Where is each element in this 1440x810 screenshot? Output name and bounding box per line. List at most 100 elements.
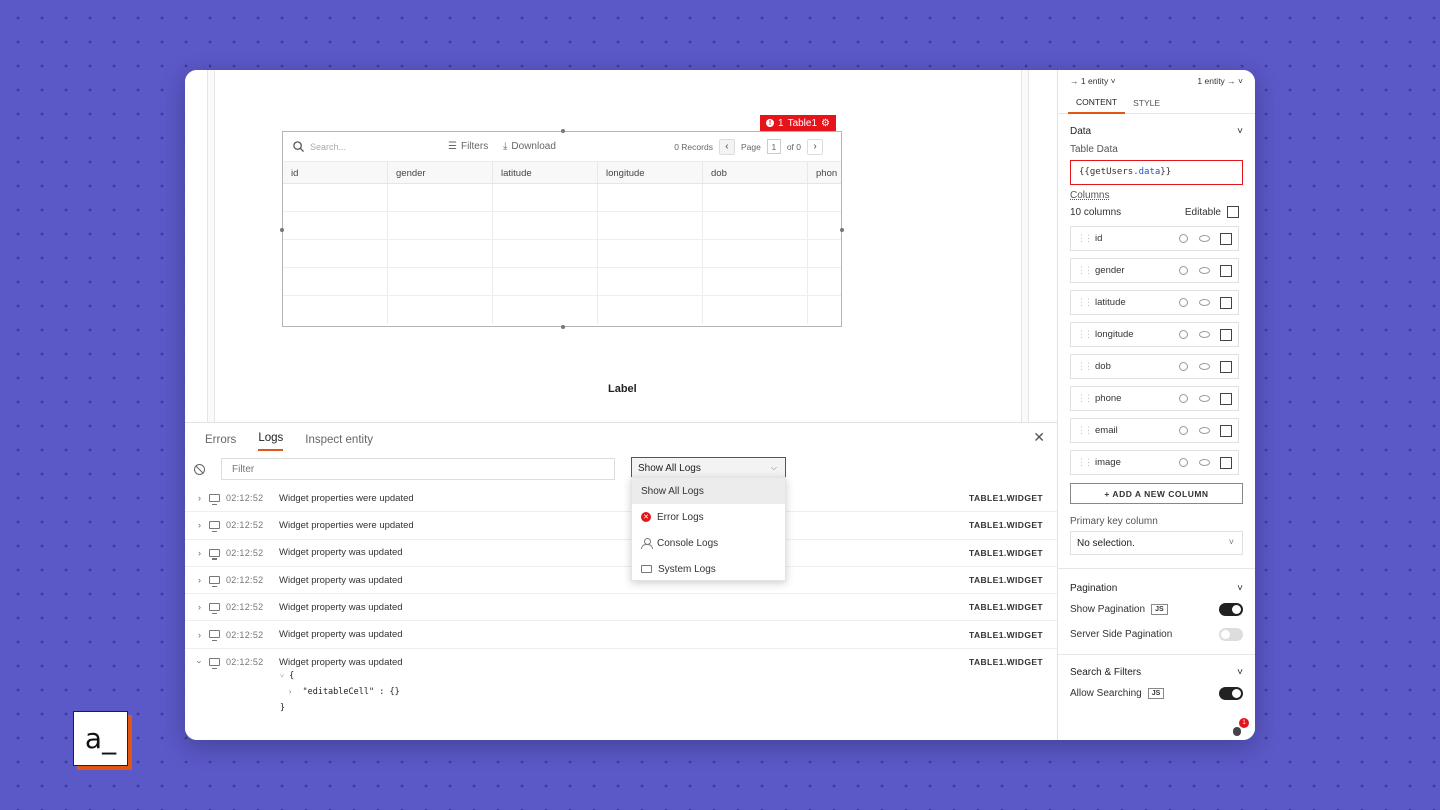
drag-handle-icon[interactable]: ⋮⋮ — [1077, 425, 1093, 436]
section-search-filters-header[interactable]: Search & Filters ˅ — [1058, 663, 1255, 681]
gear-icon[interactable] — [1179, 234, 1188, 243]
column-item-longitude[interactable]: ⋮⋮ longitude — [1070, 322, 1239, 347]
canvas[interactable]: ! 1 Table1 ⚙ Search... ☰ Filters ⤓ Downl… — [185, 70, 1057, 422]
log-row[interactable]: › 02:12:52 Widget property was updated T… — [185, 621, 1057, 649]
editable-checkbox[interactable] — [1220, 328, 1232, 341]
column-item-email[interactable]: ⋮⋮ email — [1070, 418, 1239, 443]
drag-handle-icon[interactable]: ⋮⋮ — [1077, 457, 1093, 468]
gear-icon[interactable] — [1179, 298, 1188, 307]
chevron-right-icon[interactable]: › — [198, 630, 201, 640]
js-toggle[interactable]: JS — [1147, 688, 1165, 699]
log-source[interactable]: TABLE1.WIDGET — [969, 493, 1043, 503]
eye-icon[interactable] — [1199, 427, 1210, 434]
gear-icon[interactable] — [1179, 266, 1188, 275]
drag-handle-icon[interactable]: ⋮⋮ — [1077, 297, 1093, 308]
tab-inspect-entity[interactable]: Inspect entity — [305, 434, 373, 451]
editable-checkbox[interactable] — [1220, 456, 1232, 469]
column-header[interactable]: gender — [388, 162, 493, 183]
editable-checkbox[interactable] — [1220, 264, 1232, 277]
option-error-logs[interactable]: ✕ Error Logs — [632, 504, 785, 530]
editable-checkbox[interactable] — [1220, 424, 1232, 437]
log-source[interactable]: TABLE1.WIDGET — [969, 520, 1043, 530]
caret-right-icon[interactable]: › — [288, 688, 292, 696]
log-row[interactable]: › 02:12:52 Widget properties were update… — [185, 512, 1057, 540]
label-widget[interactable]: Label — [608, 383, 637, 395]
drag-handle-icon[interactable]: ⋮⋮ — [1077, 361, 1093, 372]
server-side-pagination-toggle[interactable] — [1219, 628, 1243, 641]
log-row[interactable]: › 02:12:52 Widget property was updated T… — [185, 540, 1057, 567]
close-icon[interactable]: ✕ — [1033, 429, 1045, 446]
caret-down-icon[interactable]: ˅ — [280, 672, 284, 680]
drag-handle-icon[interactable]: ⋮⋮ — [1077, 265, 1093, 276]
next-page-button[interactable]: › — [807, 138, 823, 155]
column-item-latitude[interactable]: ⋮⋮ latitude — [1070, 290, 1239, 315]
show-pagination-toggle[interactable] — [1219, 603, 1243, 616]
column-header[interactable]: latitude — [493, 162, 598, 183]
editable-checkbox[interactable] — [1220, 392, 1232, 405]
column-header[interactable]: phon — [808, 162, 838, 183]
column-item-image[interactable]: ⋮⋮ image — [1070, 450, 1239, 475]
resize-handle-left[interactable] — [280, 228, 284, 232]
log-filter-input[interactable] — [221, 458, 615, 480]
table-data-input[interactable]: {{getUsers.data}} — [1070, 160, 1243, 185]
tab-style[interactable]: STYLE — [1125, 93, 1168, 113]
gear-icon[interactable] — [1179, 458, 1188, 467]
column-header[interactable]: dob — [703, 162, 808, 183]
allow-searching-toggle[interactable] — [1219, 687, 1243, 700]
chevron-right-icon[interactable]: › — [198, 548, 201, 558]
log-source[interactable]: TABLE1.WIDGET — [969, 548, 1043, 558]
log-row[interactable]: › 02:12:52 Widget property was updated T… — [185, 594, 1057, 622]
editable-checkbox[interactable] — [1220, 296, 1232, 309]
section-data-header[interactable]: Data ˅ — [1058, 122, 1255, 140]
page-number-input[interactable]: 1 — [766, 139, 781, 154]
js-toggle[interactable]: JS — [1151, 604, 1168, 615]
drag-handle-icon[interactable]: ⋮⋮ — [1077, 393, 1093, 404]
log-source[interactable]: TABLE1.WIDGET — [969, 657, 1043, 667]
column-item-phone[interactable]: ⋮⋮ phone — [1070, 386, 1239, 411]
log-source[interactable]: TABLE1.WIDGET — [969, 602, 1043, 612]
table-filters-button[interactable]: ☰ Filters — [448, 141, 488, 152]
add-column-button[interactable]: + ADD A NEW COLUMN — [1070, 483, 1243, 504]
log-row[interactable]: › 02:12:52 Widget properties were update… — [185, 485, 1057, 513]
section-pagination-header[interactable]: Pagination ˅ — [1058, 579, 1255, 597]
settings-icon[interactable]: ⚙ — [821, 118, 830, 129]
eye-icon[interactable] — [1199, 267, 1210, 274]
option-system-logs[interactable]: System Logs — [632, 556, 785, 582]
column-item-dob[interactable]: ⋮⋮ dob — [1070, 354, 1239, 379]
log-row[interactable]: › 02:12:52 Widget property was updated T… — [185, 567, 1057, 595]
column-header[interactable]: id — [283, 162, 388, 183]
eye-icon[interactable] — [1199, 363, 1210, 370]
chevron-right-icon[interactable]: › — [198, 493, 201, 503]
column-item-id[interactable]: ⋮⋮ id — [1070, 226, 1239, 251]
chevron-right-icon[interactable]: › — [198, 520, 201, 530]
option-console-logs[interactable]: Console Logs — [632, 530, 785, 556]
gear-icon[interactable] — [1179, 330, 1188, 339]
editable-all-checkbox[interactable] — [1227, 206, 1239, 218]
table-widget[interactable]: Search... ☰ Filters ⤓ Download 0 Records… — [280, 129, 844, 329]
gear-icon[interactable] — [1179, 426, 1188, 435]
log-source[interactable]: TABLE1.WIDGET — [969, 630, 1043, 640]
log-source[interactable]: TABLE1.WIDGET — [969, 575, 1043, 585]
editable-checkbox[interactable] — [1220, 360, 1232, 373]
widget-error-badge[interactable]: ! 1 Table1 ⚙ — [760, 115, 836, 131]
tab-errors[interactable]: Errors — [205, 434, 236, 451]
column-item-gender[interactable]: ⋮⋮ gender — [1070, 258, 1239, 283]
table-search[interactable]: Search... — [293, 141, 346, 152]
resize-handle-right[interactable] — [840, 228, 844, 232]
incoming-entities[interactable]: → 1 entity ˅ — [1070, 76, 1116, 86]
eye-icon[interactable] — [1199, 459, 1210, 466]
outgoing-entities[interactable]: 1 entity → ˅ — [1197, 76, 1243, 86]
eye-icon[interactable] — [1199, 235, 1210, 242]
gear-icon[interactable] — [1179, 362, 1188, 371]
clear-logs-icon[interactable] — [194, 464, 205, 475]
prev-page-button[interactable]: ‹ — [718, 138, 735, 155]
chevron-down-icon[interactable]: › — [195, 661, 205, 664]
chevron-right-icon[interactable]: › — [198, 575, 201, 585]
drag-handle-icon[interactable]: ⋮⋮ — [1077, 233, 1093, 244]
tab-logs[interactable]: Logs — [258, 432, 284, 451]
editable-checkbox[interactable] — [1220, 232, 1232, 245]
option-show-all-logs[interactable]: Show All Logs — [632, 478, 785, 504]
eye-icon[interactable] — [1199, 299, 1210, 306]
primary-key-select[interactable]: No selection. ˅ — [1070, 531, 1243, 555]
table-download-button[interactable]: ⤓ Download — [503, 141, 556, 152]
